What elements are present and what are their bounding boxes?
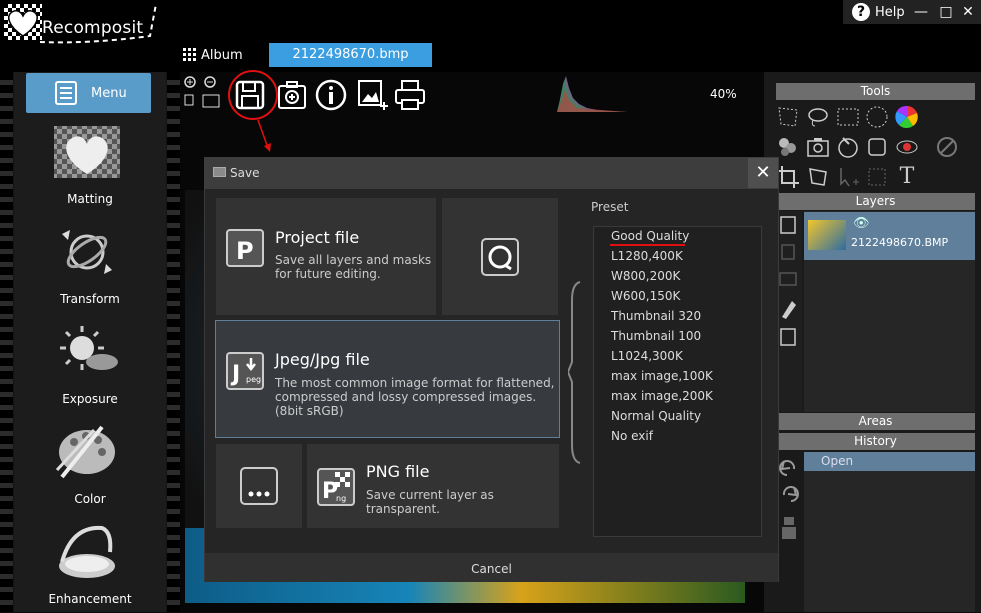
zoom-level: 40% [710, 87, 737, 101]
export-image-icon[interactable] [356, 78, 390, 112]
svg-text:P: P [236, 237, 254, 265]
areas-header[interactable]: Areas [776, 413, 975, 430]
history-toolbar-icons[interactable] [778, 455, 800, 545]
help-button[interactable]: Help [875, 5, 905, 20]
preset-item[interactable]: Thumbnail 320 [611, 309, 701, 323]
red-eye-icon[interactable] [894, 134, 920, 160]
preset-item[interactable]: W800,200K [611, 269, 680, 283]
text-tool-icon[interactable]: T [894, 164, 920, 190]
filmstrip-border-left [0, 72, 13, 612]
maximize-button[interactable]: □ [936, 2, 956, 22]
cancel-label: Cancel [471, 562, 512, 576]
color-palette-icon [55, 425, 115, 479]
add-to-album-icon[interactable] [275, 78, 309, 112]
enhancement-compact-icon [59, 525, 115, 578]
preset-item[interactable]: No exif [611, 429, 653, 443]
lasso-icon[interactable] [805, 104, 831, 130]
logo-heart-icon [4, 4, 42, 40]
sidebar-item-label: Exposure [62, 392, 118, 406]
layer-name: 2122498670.BMP [851, 236, 949, 249]
layers-toolbar-icons[interactable] [778, 213, 800, 363]
transform-select-icon[interactable] [864, 134, 890, 160]
move-icon [840, 168, 859, 187]
visibility-eye-icon[interactable]: 👁 [853, 216, 870, 231]
preset-item[interactable]: max image,100K [611, 369, 713, 383]
project-file-title: Project file [275, 228, 360, 247]
jpeg-file-desc: The most common image format for flatten… [275, 376, 555, 418]
preset-item[interactable]: W600,150K [611, 289, 680, 303]
history-list [804, 471, 975, 612]
exposure-sun-icon [60, 326, 118, 370]
zoom-controls-icon[interactable] [183, 75, 223, 111]
transform-rotate-icon [62, 230, 112, 274]
histogram-graph [557, 76, 627, 112]
sidebar-item-label: Enhancement [48, 592, 132, 606]
jpeg-file-icon: J peg [226, 352, 264, 390]
preset-label: Preset [591, 200, 629, 214]
svg-text:J: J [230, 362, 240, 387]
project-file-icon: P [226, 229, 264, 267]
png-file-icon: P ng [317, 468, 355, 506]
tools-header[interactable]: Tools [776, 83, 975, 100]
album-grid-icon[interactable] [183, 48, 197, 62]
svg-text:ng: ng [336, 494, 346, 503]
rect-select-icon[interactable] [835, 104, 861, 130]
polygon-select-icon[interactable] [775, 104, 801, 130]
dialog-title: Save [230, 166, 260, 180]
help-icon[interactable]: ? [852, 3, 870, 21]
preset-item[interactable]: L1280,400K [611, 249, 683, 263]
sidebar-item-label: Transform [60, 292, 120, 306]
tab-current-file[interactable]: 2122498670.bmp [269, 43, 432, 67]
color-wheel-icon[interactable] [894, 104, 920, 130]
filmstrip-border-right [167, 72, 180, 612]
sidebar-item-label: Matting [67, 192, 113, 206]
tab-album[interactable]: Album [201, 48, 243, 63]
menu-button[interactable] [26, 73, 151, 113]
annotation-circle [228, 70, 278, 120]
close-window-button[interactable]: ✕ [958, 2, 978, 22]
camera-icon[interactable] [805, 134, 831, 160]
menu-document-icon [55, 81, 77, 105]
jpeg-file-title: Jpeg/Jpg file [275, 350, 370, 369]
history-item-label: Open [821, 454, 854, 468]
png-file-desc: Save current layer as transparent. [366, 488, 494, 516]
annotation-arrow [257, 119, 271, 152]
png-file-title: PNG file [366, 462, 430, 481]
preset-item[interactable]: max image,200K [611, 389, 713, 403]
print-icon[interactable] [393, 78, 427, 112]
preset-item[interactable]: Good Quality [611, 229, 689, 243]
other-format-icon [481, 238, 519, 276]
annotation-underline [610, 244, 685, 246]
minimize-button[interactable]: — [911, 2, 931, 22]
preset-item[interactable]: Thumbnail 100 [611, 329, 701, 343]
preset-bracket [568, 281, 581, 464]
app-name: Recomposit [42, 18, 144, 38]
brush-select-icon[interactable] [835, 134, 861, 160]
layers-header[interactable]: Layers [776, 193, 975, 210]
layer-thumbnail [808, 220, 846, 250]
perspective-crop-icon[interactable] [805, 164, 831, 190]
dialog-title-bar[interactable] [204, 157, 779, 189]
project-file-desc: Save all layers and masks for future edi… [275, 253, 432, 281]
patch-select-icon [868, 168, 886, 186]
more-formats-icon [240, 467, 278, 505]
preset-item[interactable]: Normal Quality [611, 409, 701, 423]
dialog-window-icon [213, 167, 226, 177]
ellipse-select-icon[interactable] [864, 104, 890, 130]
matting-heart-icon [54, 126, 120, 178]
sidebar-item-label: Color [74, 492, 106, 506]
svg-text:peg: peg [246, 375, 261, 384]
disabled-icon [937, 137, 957, 157]
info-icon[interactable] [314, 78, 348, 112]
history-header[interactable]: History [776, 433, 975, 450]
dialog-close-button[interactable]: ✕ [748, 158, 778, 188]
menu-label: Menu [91, 86, 127, 101]
preset-item[interactable]: L1024,300K [611, 349, 683, 363]
